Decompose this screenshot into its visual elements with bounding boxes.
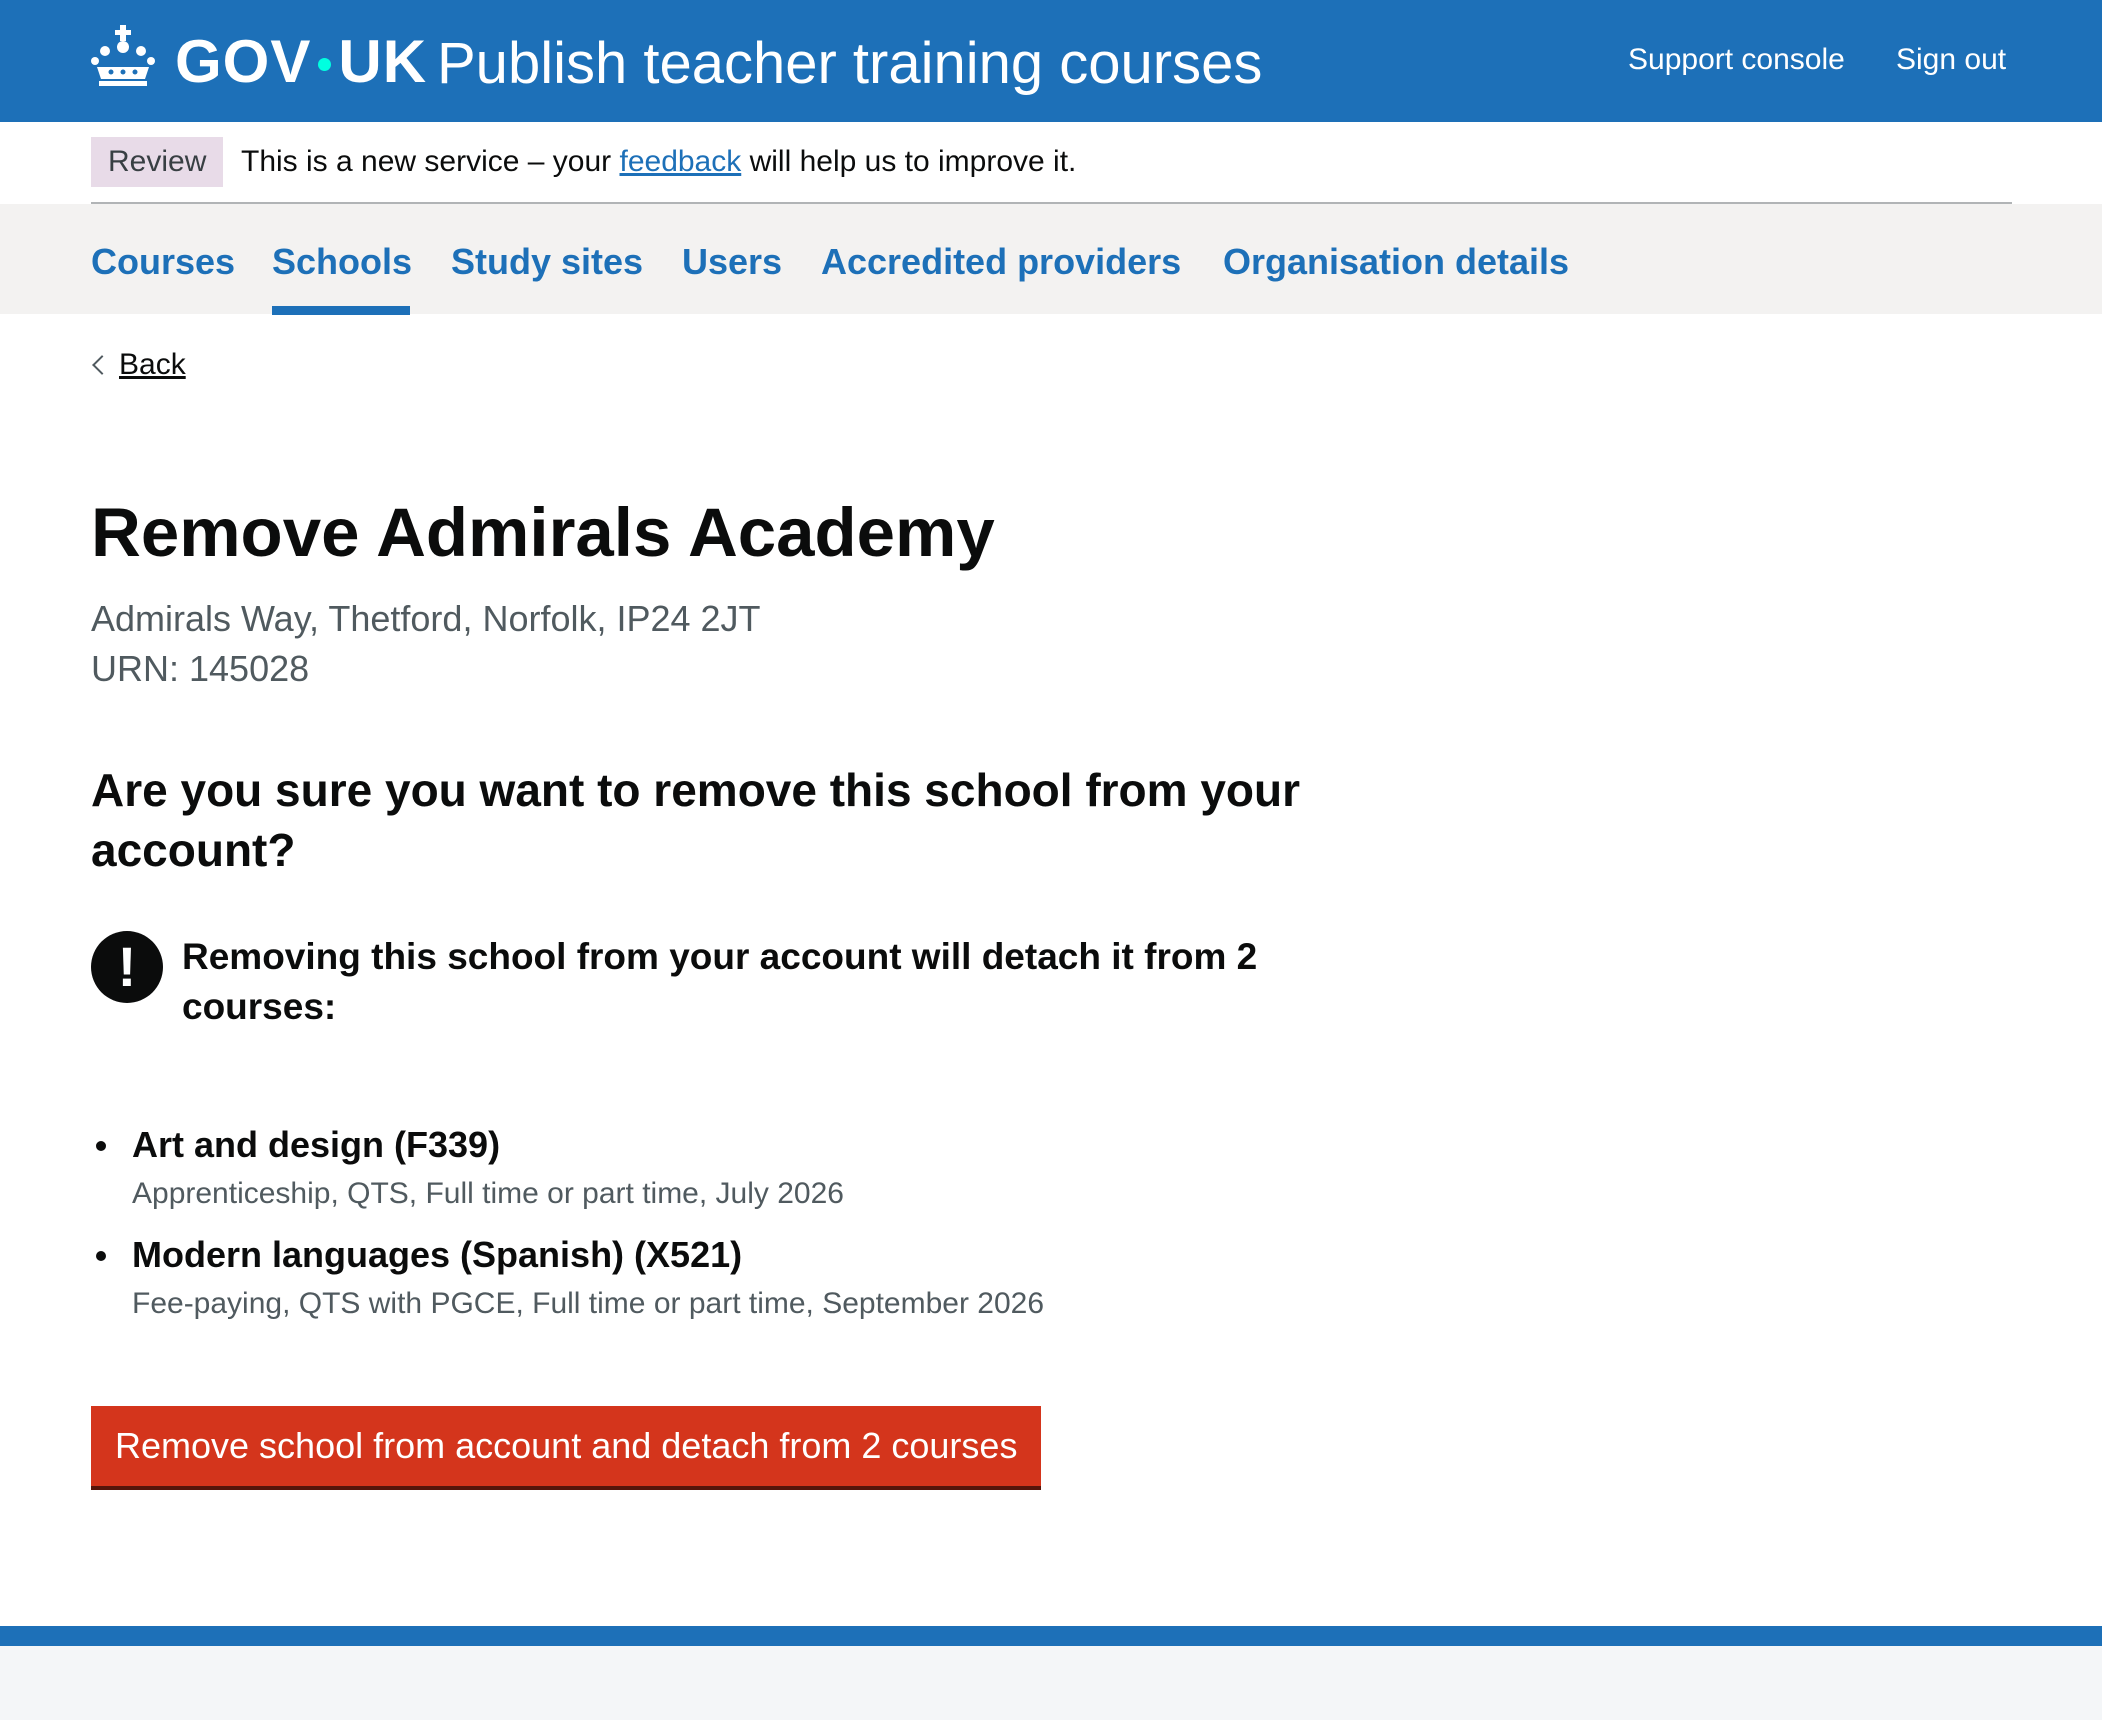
logo-uk: UK: [338, 28, 428, 95]
course-meta: Apprenticeship, QTS, Full time or part t…: [132, 1177, 844, 1210]
nav-schools[interactable]: Schools: [272, 236, 412, 288]
nav-study-sites[interactable]: Study sites: [451, 236, 643, 288]
confirmation-question: Are you sure you want to remove this sch…: [91, 764, 1301, 876]
phase-message-after: will help us to improve it.: [741, 145, 1077, 178]
page-title: Remove Admirals Academy: [91, 494, 995, 571]
bullet-icon: [96, 1251, 106, 1261]
nav-accredited-providers[interactable]: Accredited providers: [821, 236, 1181, 288]
warning-message: Removing this school from your account w…: [182, 936, 1258, 1027]
course-name: Modern languages (Spanish) (X521): [132, 1234, 743, 1275]
warning-icon: !: [91, 931, 163, 1003]
logo-gov: GOV: [175, 28, 312, 95]
list-item: Art and design (F339) Apprenticeship, QT…: [91, 1116, 1321, 1214]
list-item: Modern languages (Spanish) (X521) Fee-pa…: [91, 1226, 1321, 1324]
site-footer: [0, 1646, 2102, 1720]
nav-organisation-details[interactable]: Organisation details: [1223, 236, 1569, 288]
logo-dot: [318, 57, 332, 71]
support-console-link[interactable]: Support console: [1628, 38, 1845, 82]
service-name[interactable]: Publish teacher training courses: [437, 28, 1262, 100]
course-meta: Fee-paying, QTS with PGCE, Full time or …: [132, 1287, 1045, 1320]
phase-tag: Review: [91, 137, 224, 187]
nav-users[interactable]: Users: [682, 236, 782, 288]
school-address: Admirals Way, Thetford, Norfolk, IP24 2J…: [91, 598, 761, 639]
feedback-link[interactable]: feedback: [619, 145, 741, 178]
remove-school-button[interactable]: Remove school from account and detach fr…: [91, 1406, 1042, 1486]
course-list: Art and design (F339) Apprenticeship, QT…: [91, 1116, 1321, 1336]
course-name: Art and design (F339): [132, 1124, 501, 1165]
school-urn: URN: 145028: [91, 648, 310, 689]
site-header: GOV UK Publish teacher training courses S…: [0, 0, 2102, 122]
sign-out-link[interactable]: Sign out: [1896, 38, 2006, 82]
phase-banner: Review This is a new service – your feed…: [91, 122, 2012, 204]
service-navigation: Courses Schools Study sites Users Accred…: [0, 204, 2102, 315]
govuk-logotype[interactable]: GOV UK: [175, 26, 427, 98]
crown-logo-icon[interactable]: [91, 25, 155, 87]
chevron-left-icon: [92, 355, 112, 375]
phase-message: This is a new service – your feedback wi…: [241, 140, 1076, 184]
bullet-icon: [96, 1141, 106, 1151]
school-details: Admirals Way, Thetford, Norfolk, IP24 2J…: [91, 594, 761, 694]
footer-top-border: [0, 1626, 2102, 1646]
phase-message-before: This is a new service – your: [241, 145, 620, 178]
back-link-label: Back: [119, 348, 186, 381]
nav-active-indicator: [272, 306, 410, 315]
nav-courses[interactable]: Courses: [91, 236, 235, 288]
